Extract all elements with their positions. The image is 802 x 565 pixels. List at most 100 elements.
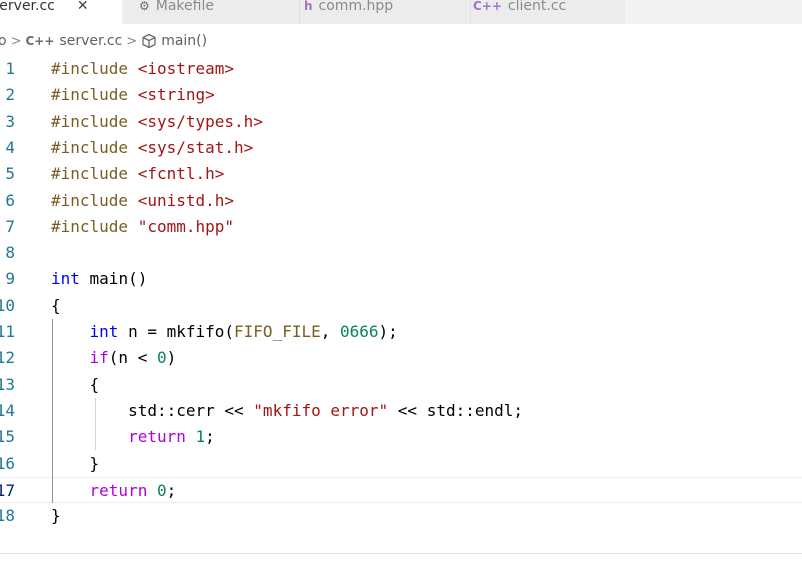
code-token: <iostream> (137, 59, 235, 78)
code-line[interactable]: 10 { (0, 293, 802, 319)
line-number: 12 (0, 348, 15, 368)
code-token: #include (51, 85, 138, 105)
code-text: #include <sys/types.h> (51, 109, 263, 135)
tab-label: comm.hpp (318, 0, 394, 14)
breadcrumb-file[interactable]: server.cc (59, 33, 122, 49)
code-text: return 1; (51, 424, 215, 450)
gear-icon: ⚙ (139, 0, 150, 13)
chevron-right-icon: > (10, 33, 22, 49)
code-token: } (51, 506, 61, 526)
tab-comm-hpp[interactable]: h comm.hpp (300, 0, 474, 24)
code-token: } (51, 453, 100, 473)
tab-label: client.cc (507, 0, 567, 14)
line-number: 14 (0, 400, 15, 420)
code-line[interactable]: 15 return 1; (0, 424, 802, 450)
line-number: 16 (0, 453, 15, 473)
code-line[interactable]: 5 #include <fcntl.h> (0, 161, 802, 187)
code-token: int (51, 269, 80, 289)
code-token: ) (166, 348, 177, 368)
code-token: FIFO_FILE (234, 322, 321, 341)
code-text: int main() (51, 266, 147, 292)
line-number: 1 (5, 59, 15, 78)
editor-tab-bar: server.cc ✕ ⚙ Makefile h comm.hpp C++ cl… (0, 0, 802, 24)
code-token: "comm.hpp" (137, 216, 235, 236)
code-token: main() (79, 269, 148, 289)
code-line[interactable]: 3 #include <sys/types.h> (0, 109, 802, 135)
indent-guide (95, 397, 96, 451)
code-text: { (51, 372, 100, 398)
line-number: 17 (0, 480, 15, 500)
line-number: 9 (5, 269, 15, 289)
code-line[interactable]: 6 #include <unistd.h> (0, 188, 802, 214)
code-text: return 0; (51, 478, 177, 504)
code-text: std::cerr << "mkfifo error" << std::endl… (51, 398, 523, 424)
cube-icon (142, 33, 156, 49)
code-text: #include <string> (51, 82, 215, 108)
tab-makefile[interactable]: ⚙ Makefile (123, 0, 315, 24)
line-number: 18 (0, 506, 15, 526)
code-line[interactable]: 2 #include <string> (0, 82, 802, 108)
code-line[interactable]: 7 #include "comm.hpp" (0, 214, 802, 240)
line-number: 4 (5, 137, 15, 157)
code-token: #include (51, 164, 138, 184)
code-token: #include (51, 137, 138, 157)
breadcrumb-folder[interactable]: o (0, 33, 7, 49)
code-token: 0 (156, 348, 167, 368)
code-token: int (89, 322, 119, 341)
code-token: <unistd.h> (137, 190, 235, 210)
code-token: 1 (195, 427, 206, 447)
editor-bottom-border (0, 553, 802, 554)
code-line[interactable]: 12 if(n < 0) (0, 345, 802, 371)
tab-client-cc[interactable]: C++ client.cc (471, 0, 625, 24)
tab-server-cc[interactable]: server.cc ✕ (0, 0, 122, 24)
code-token: ); (378, 322, 398, 341)
line-number: 6 (5, 190, 15, 210)
code-token: n = mkfifo( (118, 322, 235, 341)
code-text: #include <iostream> (51, 56, 234, 82)
code-text: #include <unistd.h> (51, 188, 234, 214)
line-number: 10 (0, 295, 15, 315)
code-text: { (51, 293, 61, 319)
code-token: , (320, 322, 340, 341)
code-line[interactable]: 4 #include <sys/stat.h> (0, 135, 802, 161)
cpp-file-icon: C++ (473, 0, 502, 13)
line-number: 11 (0, 322, 15, 341)
code-token: ; (166, 480, 177, 500)
code-token: if (89, 348, 109, 368)
code-line[interactable]: 1 #include <iostream> (0, 56, 802, 82)
code-token: <fcntl.h> (137, 164, 225, 184)
code-line[interactable]: 11 int n = mkfifo(FIFO_FILE, 0666); (0, 319, 802, 345)
code-token: return (128, 427, 186, 447)
code-token: #include (51, 216, 138, 236)
code-token: << std::endl; (388, 400, 524, 420)
breadcrumb-symbol[interactable]: main() (161, 33, 207, 49)
line-number: 13 (0, 374, 15, 394)
line-number: 3 (5, 111, 15, 131)
code-text: int n = mkfifo(FIFO_FILE, 0666); (51, 319, 398, 345)
code-token: <sys/stat.h> (137, 137, 254, 157)
code-token: std::cerr << (51, 400, 254, 420)
tab-label: Makefile (155, 0, 214, 14)
code-line[interactable]: 14 std::cerr << "mkfifo error" << std::e… (0, 398, 802, 424)
code-line[interactable]: 16 } (0, 451, 802, 477)
line-number: 15 (0, 427, 15, 447)
code-line[interactable]: 13 { (0, 372, 802, 398)
code-editor[interactable]: 1 #include <iostream> 2 #include <string> 3 #… (0, 56, 802, 546)
breadcrumb: o > C++ server.cc > main() (0, 29, 207, 53)
code-line[interactable]: 18} (0, 503, 802, 529)
code-line[interactable]: 8 (0, 240, 802, 266)
line-number: 5 (5, 164, 15, 184)
code-token: <string> (137, 85, 215, 105)
code-token: <sys/types.h> (137, 111, 263, 131)
close-icon[interactable]: ✕ (77, 0, 89, 14)
code-line[interactable]: 17 return 0; (0, 476, 802, 504)
code-line[interactable]: 9 int main() (0, 266, 802, 292)
chevron-right-icon: > (126, 33, 138, 49)
code-token: #include (51, 111, 138, 131)
